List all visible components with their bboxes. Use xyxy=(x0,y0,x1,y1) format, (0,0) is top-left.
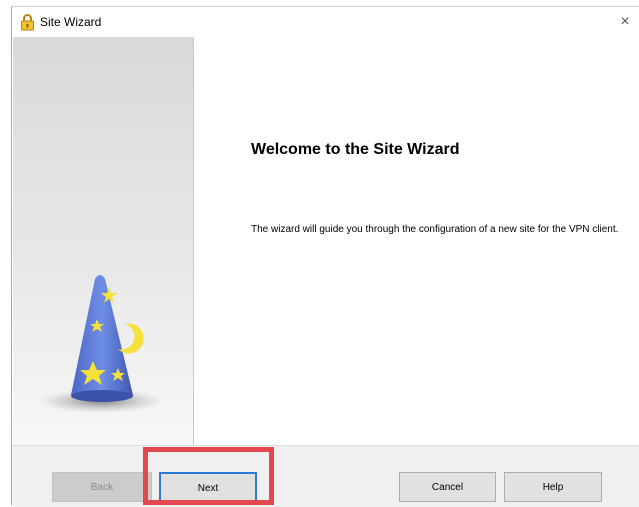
button-bar: Back Next Cancel Help xyxy=(12,445,639,507)
content-area: Welcome to the Site Wizard The wizard wi… xyxy=(194,37,639,445)
title-bar: Site Wizard × xyxy=(12,7,639,37)
window-title: Site Wizard xyxy=(40,15,102,29)
wizard-description: The wizard will guide you through the co… xyxy=(251,224,619,235)
site-wizard-window: Site Wizard × Welcome to the Site Wizard… xyxy=(11,6,639,507)
cancel-button[interactable]: Cancel xyxy=(399,472,496,502)
help-button[interactable]: Help xyxy=(504,472,602,502)
wizard-hat-icon xyxy=(39,275,163,413)
next-button[interactable]: Next xyxy=(159,472,257,502)
close-button[interactable]: × xyxy=(615,12,635,32)
side-panel xyxy=(13,37,194,445)
back-button[interactable]: Back xyxy=(52,472,152,502)
padlock-icon xyxy=(21,14,34,31)
page-title: Welcome to the Site Wizard xyxy=(251,141,460,158)
